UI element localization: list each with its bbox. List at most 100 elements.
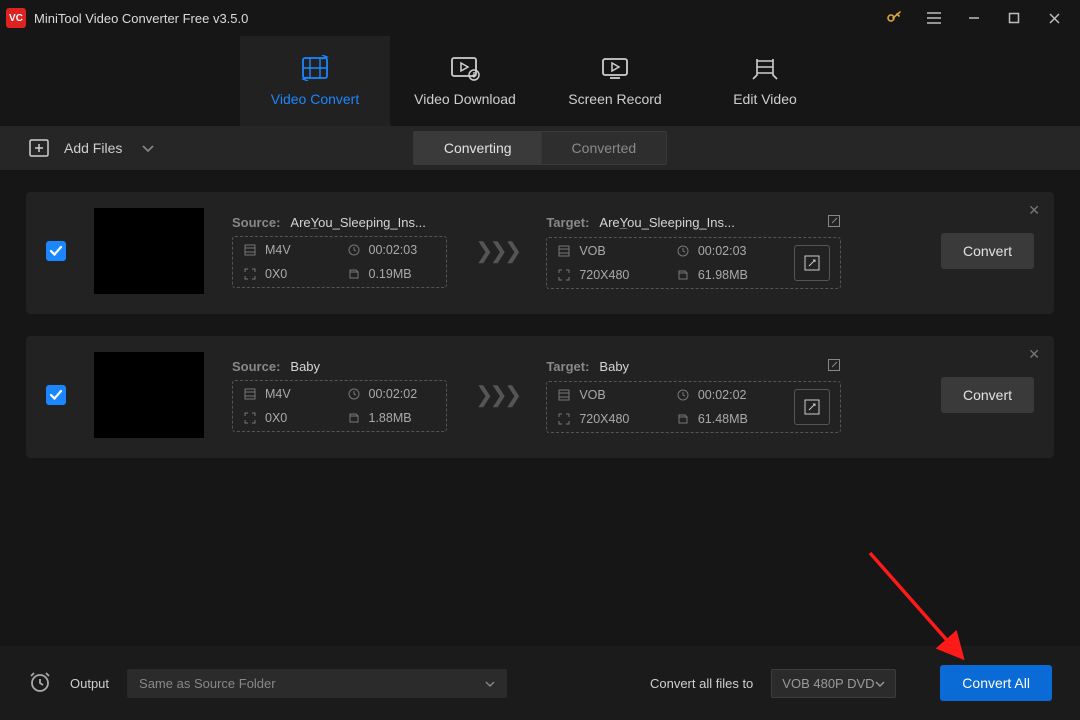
chevron-down-icon bbox=[485, 676, 495, 691]
source-duration: 00:02:03 bbox=[369, 243, 418, 257]
tab-label: Screen Record bbox=[568, 91, 661, 107]
remove-item-button[interactable]: ✕ bbox=[1028, 346, 1040, 363]
source-info-box: M4V 00:02:02 0X0 1.88MB bbox=[232, 380, 447, 432]
tab-label: Video Convert bbox=[271, 91, 359, 107]
source-size: 1.88MB bbox=[369, 411, 412, 425]
output-label: Output bbox=[70, 676, 109, 691]
target-filename: Baby bbox=[599, 359, 817, 374]
source-filename: Baby bbox=[290, 359, 447, 374]
format-icon bbox=[243, 243, 257, 257]
remove-item-button[interactable]: ✕ bbox=[1028, 202, 1040, 219]
format-icon bbox=[557, 388, 571, 402]
target-resolution: 720X480 bbox=[579, 412, 629, 426]
chevron-down-icon bbox=[142, 140, 154, 156]
toolbar: Add Files Converting Converted bbox=[0, 126, 1080, 170]
titlebar: VC MiniTool Video Converter Free v3.5.0 bbox=[0, 0, 1080, 36]
hamburger-menu-button[interactable] bbox=[914, 0, 954, 36]
source-label: Source: bbox=[232, 215, 280, 230]
filesize-icon bbox=[347, 267, 361, 281]
tab-label: Edit Video bbox=[733, 91, 797, 107]
filesize-icon bbox=[676, 412, 690, 426]
target-size: 61.48MB bbox=[698, 412, 748, 426]
format-icon bbox=[243, 387, 257, 401]
convert-all-button[interactable]: Convert All bbox=[940, 665, 1052, 701]
edit-target-icon[interactable] bbox=[827, 358, 841, 375]
output-folder-value: Same as Source Folder bbox=[139, 676, 276, 691]
resolution-icon bbox=[557, 412, 571, 426]
filesize-icon bbox=[676, 268, 690, 282]
clock-icon bbox=[676, 244, 690, 258]
convert-button[interactable]: Convert bbox=[941, 377, 1034, 413]
add-files-icon bbox=[28, 138, 50, 158]
target-size: 61.98MB bbox=[698, 268, 748, 282]
source-duration: 00:02:02 bbox=[369, 387, 418, 401]
source-info-box: M4V 00:02:03 0X0 0.19MB bbox=[232, 236, 447, 288]
schedule-icon[interactable] bbox=[28, 670, 52, 697]
transform-arrow-icon: ❯❯❯ bbox=[475, 382, 518, 408]
source-format: M4V bbox=[265, 387, 291, 401]
screen-record-icon bbox=[600, 55, 630, 81]
target-info-box: VOB 00:02:03 720X480 61.98MB bbox=[546, 237, 841, 289]
target-label: Target: bbox=[546, 359, 589, 374]
target-duration: 00:02:03 bbox=[698, 244, 747, 258]
unlock-key-button[interactable] bbox=[874, 0, 914, 36]
target-label: Target: bbox=[546, 215, 589, 230]
segment-converting[interactable]: Converting bbox=[414, 132, 542, 164]
source-size: 0.19MB bbox=[369, 267, 412, 281]
target-info: Target: Baby VOB 00:02:02 720X480 61.48M… bbox=[546, 358, 841, 433]
target-settings-button[interactable] bbox=[794, 245, 830, 281]
transform-arrow-icon: ❯❯❯ bbox=[475, 238, 518, 264]
close-button[interactable] bbox=[1034, 0, 1074, 36]
target-format: VOB bbox=[579, 388, 605, 402]
output-folder-select[interactable]: Same as Source Folder bbox=[127, 669, 507, 698]
format-icon bbox=[557, 244, 571, 258]
window-title: MiniTool Video Converter Free v3.5.0 bbox=[34, 11, 248, 26]
output-preset-select[interactable]: VOB 480P DVD-V bbox=[771, 669, 896, 698]
tab-video-convert[interactable]: Video Convert bbox=[240, 36, 390, 126]
app-logo-icon: VC bbox=[6, 8, 26, 28]
item-checkbox[interactable] bbox=[46, 385, 66, 405]
target-format: VOB bbox=[579, 244, 605, 258]
target-resolution: 720X480 bbox=[579, 268, 629, 282]
video-convert-icon bbox=[300, 55, 330, 81]
tab-label: Video Download bbox=[414, 91, 516, 107]
file-list: ✕ Source: AreYou_Sleeping_Ins... M4V 00:… bbox=[0, 170, 1080, 646]
tab-edit-video[interactable]: Edit Video bbox=[690, 36, 840, 126]
source-info: Source: AreYou_Sleeping_Ins... M4V 00:02… bbox=[232, 215, 447, 288]
clock-icon bbox=[347, 387, 361, 401]
target-duration: 00:02:02 bbox=[698, 388, 747, 402]
main-nav: Video Convert Video Download Screen Reco… bbox=[0, 36, 1080, 126]
source-format: M4V bbox=[265, 243, 291, 257]
filesize-icon bbox=[347, 411, 361, 425]
output-preset-value: VOB 480P DVD-V bbox=[782, 676, 875, 691]
source-filename: AreYou_Sleeping_Ins... bbox=[290, 215, 447, 230]
item-checkbox[interactable] bbox=[46, 241, 66, 261]
resolution-icon bbox=[557, 268, 571, 282]
tab-video-download[interactable]: Video Download bbox=[390, 36, 540, 126]
edit-target-icon[interactable] bbox=[827, 214, 841, 231]
chevron-down-icon bbox=[875, 676, 885, 691]
bottom-bar: Output Same as Source Folder Convert all… bbox=[0, 646, 1080, 720]
convert-all-to-label: Convert all files to bbox=[650, 676, 753, 691]
target-info: Target: AreYou_Sleeping_Ins... VOB 00:02… bbox=[546, 214, 841, 289]
segment-converted[interactable]: Converted bbox=[542, 132, 667, 164]
add-files-button[interactable]: Add Files bbox=[28, 138, 154, 158]
maximize-button[interactable] bbox=[994, 0, 1034, 36]
status-segment: Converting Converted bbox=[413, 131, 667, 165]
source-label: Source: bbox=[232, 359, 280, 374]
resolution-icon bbox=[243, 267, 257, 281]
video-thumbnail bbox=[94, 352, 204, 438]
source-info: Source: Baby M4V 00:02:02 0X0 1.88MB bbox=[232, 359, 447, 432]
clock-icon bbox=[347, 243, 361, 257]
tab-screen-record[interactable]: Screen Record bbox=[540, 36, 690, 126]
video-thumbnail bbox=[94, 208, 204, 294]
video-download-icon bbox=[450, 55, 480, 81]
target-filename: AreYou_Sleeping_Ins... bbox=[599, 215, 817, 230]
file-card: ✕ Source: Baby M4V 00:02:02 0X0 1.88MB ❯… bbox=[26, 336, 1054, 458]
clock-icon bbox=[676, 388, 690, 402]
file-card: ✕ Source: AreYou_Sleeping_Ins... M4V 00:… bbox=[26, 192, 1054, 314]
minimize-button[interactable] bbox=[954, 0, 994, 36]
convert-button[interactable]: Convert bbox=[941, 233, 1034, 269]
add-files-label: Add Files bbox=[64, 140, 122, 156]
target-settings-button[interactable] bbox=[794, 389, 830, 425]
